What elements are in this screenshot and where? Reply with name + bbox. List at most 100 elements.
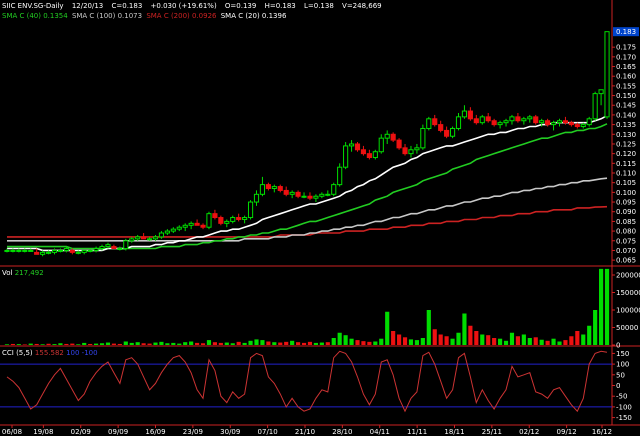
cci-pane-label: CCI (5,5) 155.582 100 -100 <box>2 349 98 357</box>
candle-body <box>75 251 81 254</box>
cci-pane <box>0 350 612 413</box>
candle <box>438 120 444 133</box>
price-tick-label: 0.170 <box>616 53 636 61</box>
period-label: -Daily <box>43 2 64 10</box>
candle <box>93 246 99 253</box>
volume-bar <box>373 341 378 345</box>
volume-bar <box>16 344 21 345</box>
volume-bar <box>159 341 164 345</box>
candle <box>230 215 236 224</box>
candle <box>461 105 468 119</box>
candle-body <box>289 191 295 195</box>
candle <box>188 221 194 230</box>
price-tick-label: 0.145 <box>616 102 636 110</box>
volume-bar <box>307 341 313 345</box>
candle-body <box>509 116 515 122</box>
volume-pane <box>4 268 610 345</box>
candle-body <box>63 248 69 251</box>
volume-bar <box>28 343 33 345</box>
volume-bar <box>462 313 467 345</box>
volume-bar <box>361 341 366 345</box>
volume-bar <box>40 344 45 345</box>
volume-bar <box>337 332 342 345</box>
candle-body <box>402 147 408 155</box>
candle-body <box>117 248 123 251</box>
candle <box>473 114 479 125</box>
volume-bar <box>515 336 520 345</box>
volume-bar <box>503 340 509 345</box>
volume-bar <box>533 337 538 345</box>
volume-bar <box>183 342 188 345</box>
candle <box>313 194 319 203</box>
candle-body <box>521 118 527 122</box>
candle-body <box>550 122 557 126</box>
volume-tick-label: 150000 <box>616 289 640 297</box>
volume-bar <box>105 342 111 345</box>
volume-bar <box>456 332 461 345</box>
volume-bar <box>527 338 532 345</box>
candle-body <box>527 116 533 120</box>
x-tick-label: 28/10 <box>332 428 352 436</box>
candle <box>402 143 408 156</box>
volume-bar <box>397 334 402 345</box>
volume-value: 217,492 <box>14 269 44 277</box>
candle <box>467 107 473 121</box>
candle <box>319 192 325 199</box>
candle <box>568 120 574 127</box>
candle-body <box>176 226 182 230</box>
x-tick-label: 18/11 <box>444 428 464 436</box>
candle-body <box>265 184 271 189</box>
volume-bar <box>99 343 105 345</box>
price-tick-label: 0.095 <box>616 199 636 207</box>
sma40-legend: SMA C (40) 0.1354 <box>2 12 68 20</box>
price-pane <box>4 31 610 257</box>
candle <box>592 91 598 121</box>
volume-bar <box>414 340 419 345</box>
candle-body <box>16 249 22 252</box>
candle-body <box>51 249 58 253</box>
sma100-line <box>7 177 608 242</box>
candle <box>366 149 372 160</box>
candle-body <box>200 224 206 228</box>
candle <box>236 213 242 222</box>
candle <box>182 223 188 232</box>
candle-body <box>99 246 105 250</box>
volume-bar <box>284 341 289 345</box>
candle <box>378 134 384 154</box>
price-tick-label: 0.115 <box>616 160 636 168</box>
volume-bar <box>290 340 295 345</box>
volume-bar <box>563 340 568 345</box>
candle-body <box>4 249 10 252</box>
candle <box>325 190 331 197</box>
candle-body <box>206 213 212 228</box>
volume-bar <box>254 339 259 345</box>
volume-bar <box>551 338 556 345</box>
candle <box>253 190 260 206</box>
volume-bar <box>4 344 10 345</box>
candle-body <box>242 217 248 220</box>
candle <box>604 31 610 119</box>
candle <box>337 163 343 187</box>
candle-body <box>568 122 574 126</box>
price-tick-label: 0.100 <box>616 189 636 197</box>
candle-body <box>212 213 218 219</box>
x-tick-label: 19/08 <box>33 428 53 436</box>
volume-bar <box>509 332 515 345</box>
candle <box>396 138 402 150</box>
cci-line <box>6 350 608 413</box>
candle-body <box>438 124 444 131</box>
volume-bar <box>58 343 63 345</box>
price-tick-label: 0.160 <box>616 73 636 81</box>
candle-body <box>57 249 64 252</box>
candle-body <box>455 116 462 129</box>
volume-bar <box>76 344 81 345</box>
candle <box>69 248 75 255</box>
volume-bar <box>498 338 503 345</box>
volume-bar <box>438 334 443 345</box>
open-label: O=0.139 <box>224 2 257 10</box>
candle-body <box>295 191 301 197</box>
candle <box>331 182 337 197</box>
volume-bar <box>236 341 241 345</box>
candle-body <box>396 139 402 149</box>
candle-body <box>580 124 586 128</box>
